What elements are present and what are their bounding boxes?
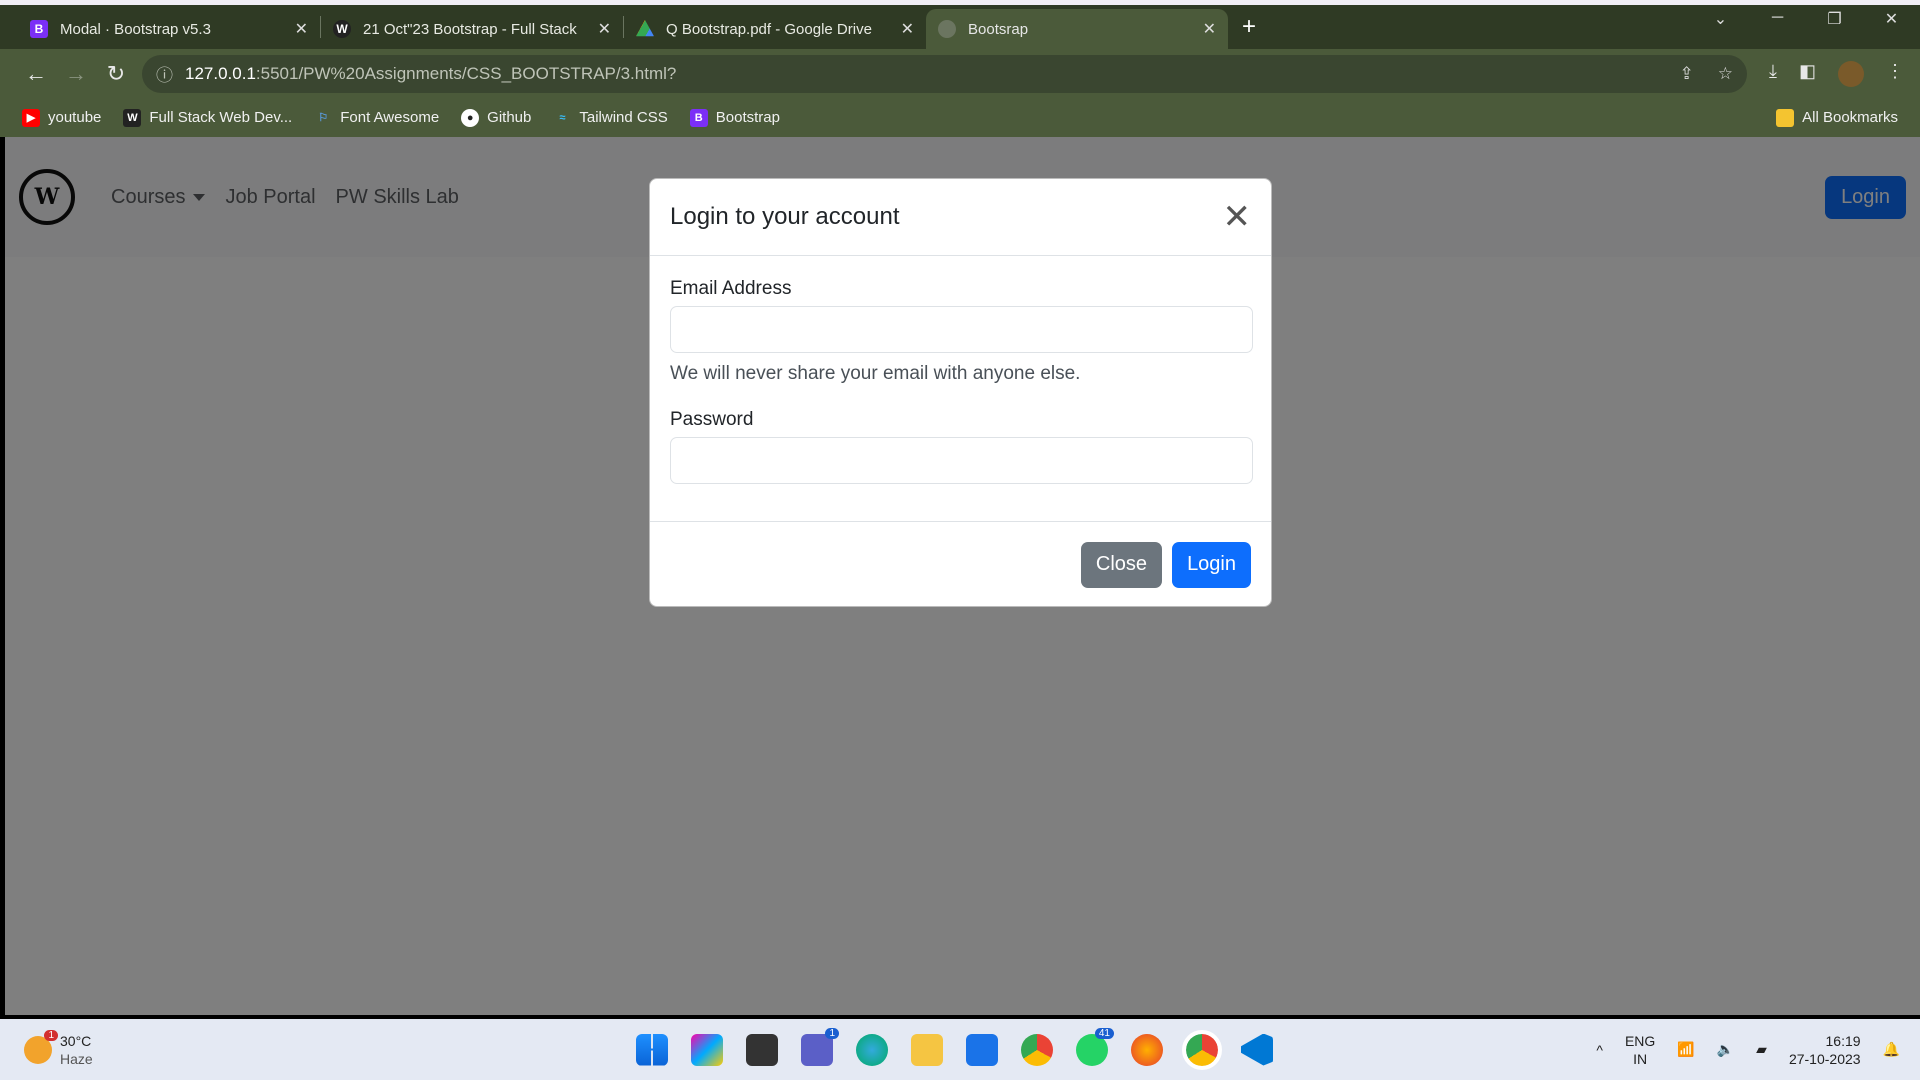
bootstrap-icon: B: [689, 108, 708, 127]
tab-pw-bootstrap[interactable]: W 21 Oct"23 Bootstrap - Full Stack ✕: [321, 9, 623, 49]
chrome-icon[interactable]: [1021, 1033, 1053, 1066]
github-icon: ●: [461, 108, 480, 127]
tab-modal-bootstrap[interactable]: B Modal · Bootstrap v5.3 ✕: [18, 9, 320, 49]
modal-title: Login to your account: [670, 203, 900, 230]
menu-icon[interactable]: ⋮: [1886, 61, 1904, 87]
close-tab-icon[interactable]: ✕: [598, 19, 611, 39]
all-bookmarks[interactable]: All Bookmarks: [1776, 108, 1898, 127]
close-tab-icon[interactable]: ✕: [1203, 19, 1216, 39]
task-view-icon[interactable]: [746, 1033, 778, 1066]
email-label: Email Address: [670, 278, 792, 299]
close-button[interactable]: Close: [1080, 541, 1163, 588]
bookmark-star-icon[interactable]: ☆: [1718, 64, 1733, 84]
login-button[interactable]: Login: [1172, 541, 1251, 588]
tab-bar: B Modal · Bootstrap v5.3 ✕ W 21 Oct"23 Boot…: [0, 5, 1920, 49]
password-label: Password: [670, 409, 754, 430]
bookmark-full-stack[interactable]: W Full Stack Web Dev...: [123, 108, 292, 127]
share-icon[interactable]: ⇪: [1680, 64, 1694, 84]
close-icon[interactable]: ✕: [1223, 200, 1252, 234]
tab-google-drive[interactable]: Q Bootstrap.pdf - Google Drive ✕: [624, 9, 926, 49]
bootstrap-icon: B: [30, 20, 48, 38]
bookmark-font-awesome[interactable]: ⚐ Font Awesome: [314, 109, 439, 127]
file-explorer-icon[interactable]: [911, 1033, 943, 1066]
language-indicator[interactable]: ENG IN: [1625, 1032, 1655, 1068]
address-row: ← → ↻ ⓘ 127.0.0.1:5501/PW%20Assignments/…: [0, 49, 1920, 98]
youtube-icon: ▶: [22, 108, 40, 127]
weather-widget[interactable]: 1 30°C Haze: [24, 1029, 93, 1068]
email-help-text: We will never share your email with anyo…: [670, 363, 1081, 384]
close-window-button[interactable]: ✕: [1863, 9, 1920, 29]
back-icon[interactable]: ←: [16, 61, 56, 87]
bookmark-bootstrap[interactable]: B Bootstrap: [689, 108, 780, 127]
copilot-icon[interactable]: [691, 1033, 723, 1066]
notification-bell-icon[interactable]: 🔔: [1883, 1041, 1900, 1058]
bookmarks-bar: ▶ youtube W Full Stack Web Dev... ⚐ Font Aw…: [0, 98, 1920, 137]
new-tab-button[interactable]: +: [1242, 13, 1256, 41]
pw-icon: W: [123, 108, 142, 127]
restore-button[interactable]: ❐: [1806, 9, 1863, 29]
edge-icon[interactable]: [856, 1033, 888, 1066]
profile-avatar[interactable]: [1838, 60, 1864, 87]
reload-icon[interactable]: ↻: [96, 61, 136, 87]
side-panel-icon[interactable]: ◧: [1799, 61, 1816, 87]
browser-chrome: B Modal · Bootstrap v5.3 ✕ W 21 Oct"23 Boot…: [0, 0, 1920, 137]
login-modal: Login to your account ✕ Email Address We …: [649, 178, 1272, 607]
chrome-profile-icon[interactable]: [1182, 1029, 1222, 1070]
forward-icon[interactable]: →: [56, 61, 96, 87]
flag-icon: ⚐: [318, 112, 329, 124]
tab-bootsrap-active[interactable]: Bootsrap ✕: [926, 9, 1228, 49]
bookmark-github[interactable]: ● Github: [461, 108, 531, 127]
close-tab-icon[interactable]: ✕: [295, 19, 308, 39]
whatsapp-icon[interactable]: 41: [1076, 1027, 1114, 1066]
info-icon[interactable]: ⓘ: [156, 61, 173, 86]
bookmark-youtube[interactable]: ▶ youtube: [22, 108, 101, 127]
password-input[interactable]: [670, 437, 1253, 484]
wifi-icon[interactable]: 📶: [1677, 1041, 1694, 1058]
taskbar: 1 30°C Haze 1 41 ^ ENG IN 📶 🔈 ▰ 16:19 27-10…: [0, 1019, 1920, 1080]
battery-icon[interactable]: ▰: [1756, 1041, 1767, 1058]
close-tab-icon[interactable]: ✕: [901, 19, 914, 39]
firefox-icon[interactable]: [1131, 1033, 1163, 1066]
show-hidden-icons[interactable]: ^: [1596, 1042, 1603, 1058]
vscode-icon[interactable]: [1241, 1033, 1273, 1066]
pw-icon: W: [333, 20, 351, 38]
tailwind-icon: ≈: [559, 111, 566, 124]
weather-icon: 1: [24, 1029, 58, 1064]
bookmark-tailwind[interactable]: ≈ Tailwind CSS: [553, 109, 667, 127]
tab-search-icon[interactable]: ⌄: [1692, 9, 1749, 29]
volume-icon[interactable]: 🔈: [1717, 1041, 1734, 1058]
google-drive-icon: [636, 20, 654, 37]
minimize-button[interactable]: ─: [1749, 9, 1806, 29]
clock[interactable]: 16:19 27-10-2023: [1789, 1032, 1861, 1068]
mail-icon[interactable]: [966, 1033, 998, 1066]
download-icon[interactable]: ⤓: [1769, 61, 1777, 87]
folder-icon: [1776, 108, 1795, 127]
address-bar[interactable]: ⓘ 127.0.0.1:5501/PW%20Assignments/CSS_BO…: [142, 54, 1748, 93]
start-icon[interactable]: [636, 1033, 668, 1066]
globe-icon: [938, 20, 956, 38]
teams-icon[interactable]: 1: [801, 1027, 839, 1066]
email-input[interactable]: [670, 306, 1253, 353]
page-content: W Courses Job Portal PW Skills Lab Login…: [5, 137, 1920, 1015]
